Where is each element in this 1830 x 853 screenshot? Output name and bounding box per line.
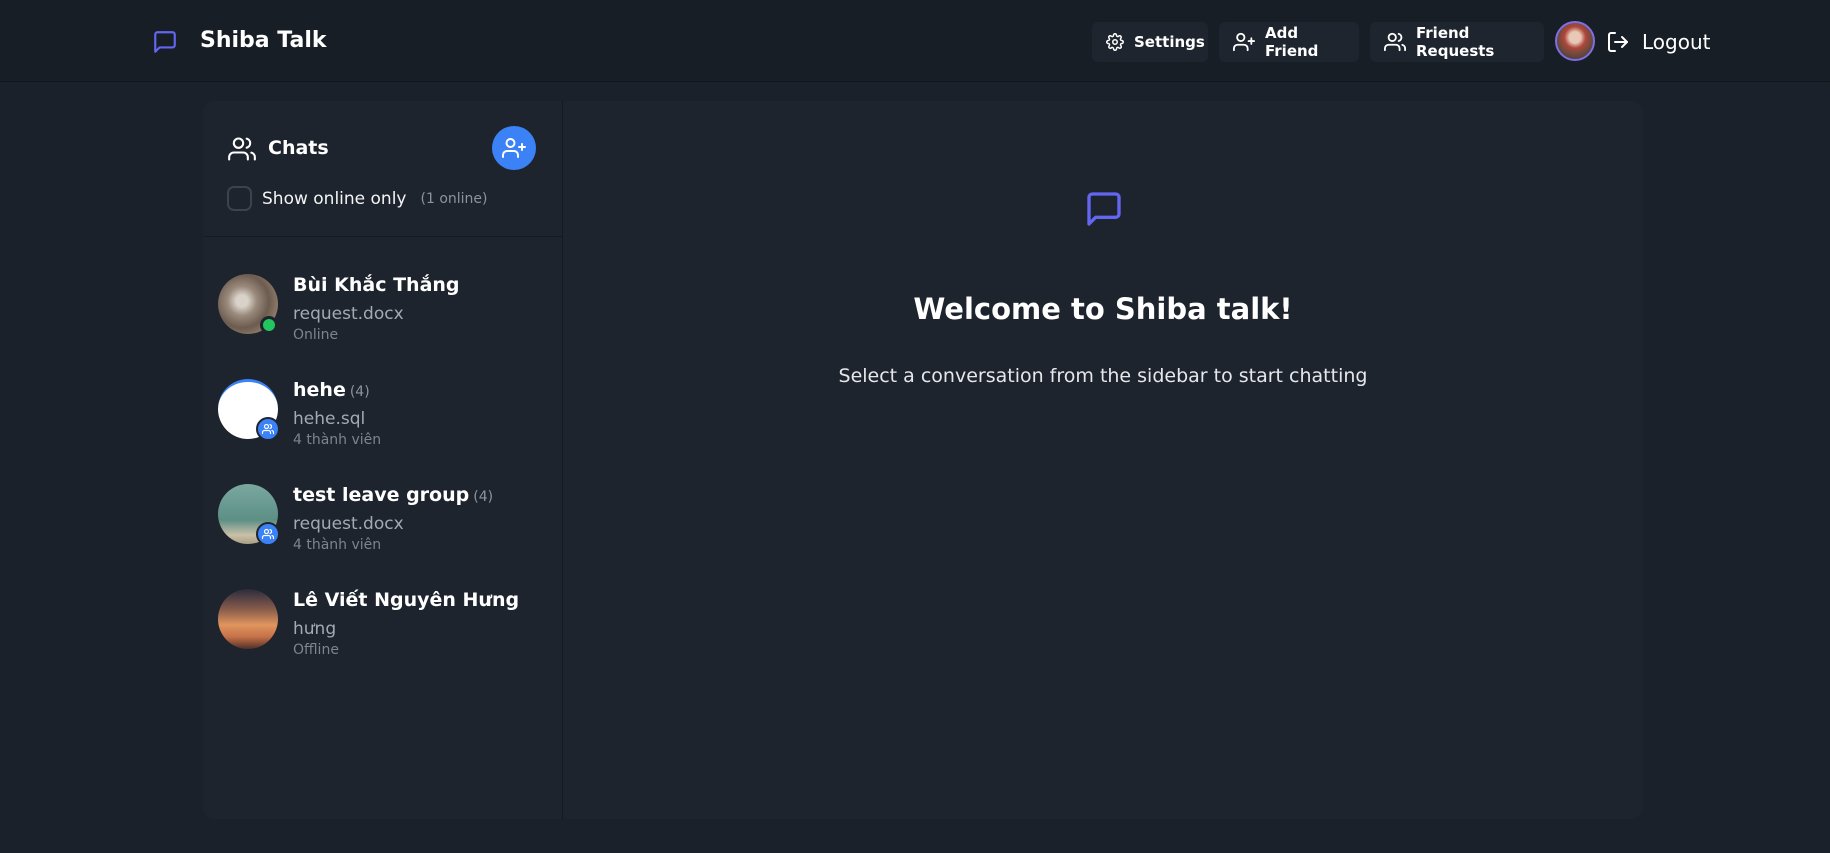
chat-list-item[interactable]: hehe (4) hehe.sql 4 thành viên — [203, 379, 563, 479]
friend-requests-button[interactable]: Friend Requests — [1370, 22, 1544, 62]
chat-list-item[interactable]: Bùi Khắc Thắng request.docx Online — [203, 274, 563, 374]
chat-last-message: hehe.sql — [293, 409, 366, 429]
gear-icon — [1106, 33, 1124, 51]
logout-button[interactable]: Logout — [1606, 26, 1710, 58]
chat-status: 4 thành viên — [293, 537, 382, 553]
chats-title: Chats — [268, 137, 329, 159]
welcome-title: Welcome to Shiba talk! — [913, 292, 1293, 326]
chat-name: Bùi Khắc Thắng — [293, 274, 460, 296]
chat-name: Lê Viết Nguyên Hưng — [293, 589, 520, 611]
chat-status: Offline — [293, 642, 339, 658]
chat-name: hehe (4) — [293, 379, 370, 401]
app-brand-name[interactable]: Shiba Talk — [200, 26, 327, 56]
message-square-icon — [154, 31, 176, 53]
welcome-subtitle: Select a conversation from the sidebar t… — [838, 365, 1368, 387]
log-out-icon — [1608, 32, 1628, 52]
settings-label: Settings — [1134, 33, 1205, 51]
settings-button[interactable]: Settings — [1092, 22, 1208, 62]
chat-list-item[interactable]: test leave group (4) request.docx 4 thành… — [203, 484, 563, 584]
chat-name: test leave group (4) — [293, 484, 493, 506]
group-badge — [256, 417, 280, 441]
online-count: (1 online) — [420, 190, 488, 207]
group-badge — [256, 522, 280, 546]
chat-last-message: request.docx — [293, 514, 404, 534]
chat-status: Online — [293, 327, 339, 343]
logout-label: Logout — [1642, 30, 1711, 54]
users-icon — [1384, 32, 1406, 52]
avatar — [218, 589, 278, 649]
online-only-toggle[interactable]: Show online only (1 online) — [227, 186, 488, 211]
user-avatar[interactable] — [1555, 21, 1595, 61]
user-plus-icon — [502, 138, 526, 158]
chat-list-item[interactable]: Lê Viết Nguyên Hưng hưng Offline — [203, 589, 563, 689]
chat-name-text: hehe — [293, 379, 346, 401]
users-icon — [262, 423, 274, 435]
chat-panel: Chats Show online only (1 online) Bùi Kh… — [203, 101, 1643, 819]
member-count: (4) — [349, 384, 370, 400]
chat-status: 4 thành viên — [293, 432, 382, 448]
chat-last-message: hưng — [293, 619, 337, 639]
create-group-button[interactable] — [492, 126, 536, 170]
add-friend-button[interactable]: Add Friend — [1219, 22, 1359, 62]
chat-last-message: request.docx — [293, 304, 404, 324]
message-square-icon — [1087, 192, 1121, 226]
users-icon — [228, 137, 256, 161]
online-only-label: Show online only — [262, 188, 407, 209]
friend-requests-label: Friend Requests — [1416, 24, 1495, 60]
chat-sidebar: Chats Show online only (1 online) Bùi Kh… — [203, 101, 563, 819]
member-count: (4) — [473, 489, 494, 505]
add-friend-label: Add Friend — [1265, 24, 1319, 60]
user-plus-icon — [1233, 32, 1255, 52]
top-navbar: Shiba Talk Settings Add Friend Friend Re… — [0, 0, 1830, 82]
sidebar-header: Chats Show online only (1 online) — [203, 101, 563, 237]
users-icon — [262, 528, 274, 540]
online-status-dot — [260, 316, 278, 334]
chat-name-text: test leave group — [293, 484, 470, 506]
online-only-checkbox[interactable] — [227, 186, 252, 211]
